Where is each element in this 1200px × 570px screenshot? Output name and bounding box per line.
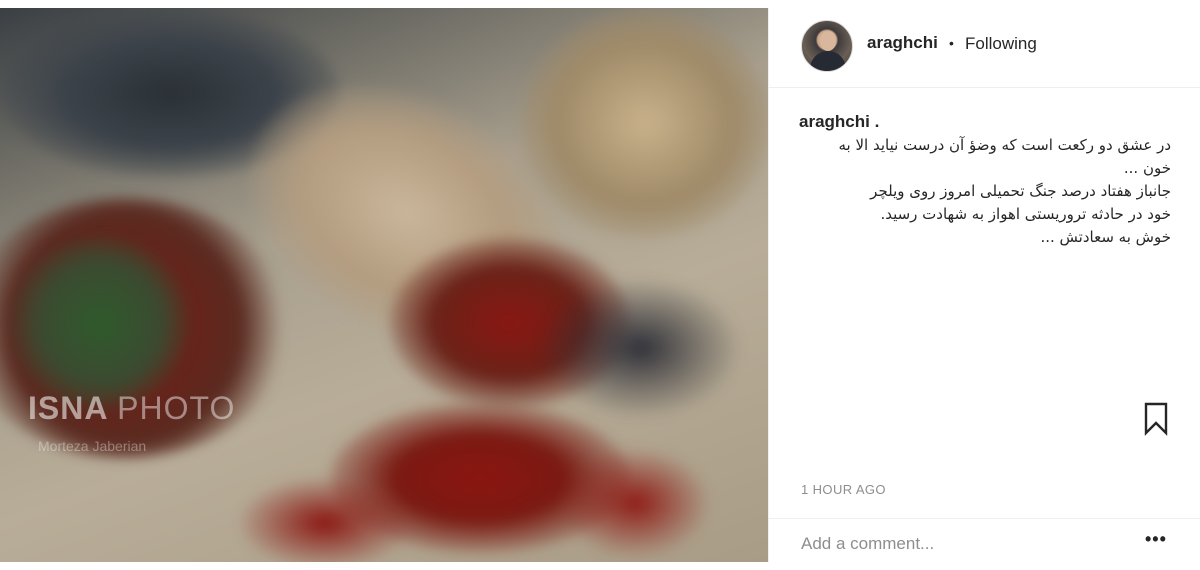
watermark-light: PHOTO <box>117 390 236 426</box>
post-caption: araghchi . در عشق دو رکعت است که وضؤ آن … <box>799 112 1171 249</box>
header-separator: • <box>949 35 954 51</box>
caption-line: خون ... <box>1123 159 1171 177</box>
watermark-credit: Morteza Jaberian <box>38 438 147 454</box>
caption-punctuation: . <box>874 112 880 131</box>
post-side-panel: araghchi • Following araghchi . در عشق د… <box>768 8 1200 562</box>
caption-line: در عشق دو رکعت است که وضؤ آن درست نیاید … <box>838 136 1171 154</box>
comment-bar: ••• <box>769 518 1200 562</box>
more-options-icon[interactable]: ••• <box>1145 529 1167 550</box>
caption-username[interactable]: araghchi <box>799 112 870 131</box>
caption-line: جانباز هفتاد درصد جنگ تحمیلی امروز روی و… <box>870 182 1171 200</box>
instagram-post: ISNA PHOTO Morteza Jaberian araghchi • F… <box>0 0 1200 570</box>
caption-header: araghchi . <box>799 112 1171 132</box>
bookmark-icon[interactable] <box>1143 402 1169 436</box>
following-button[interactable]: Following <box>965 34 1037 54</box>
photo-watermark: ISNA PHOTO <box>28 390 235 427</box>
header-username[interactable]: araghchi <box>867 33 938 53</box>
photo-region <box>540 278 740 418</box>
avatar-suit <box>810 51 846 71</box>
post-header: araghchi • Following <box>769 8 1200 88</box>
caption-text: در عشق دو رکعت است که وضؤ آن درست نیاید … <box>799 134 1171 249</box>
photo-region <box>560 448 710 558</box>
caption-line: خود در حادثه تروریستی اهواز به شهادت رسی… <box>880 205 1171 223</box>
photo-region <box>10 238 190 408</box>
comment-input[interactable] <box>801 531 1121 557</box>
photo-region <box>520 8 768 238</box>
avatar[interactable] <box>801 20 853 72</box>
photo-region <box>240 478 410 562</box>
avatar-face <box>820 31 836 51</box>
caption-line: خوش به سعادتش ... <box>1040 228 1171 246</box>
post-photo[interactable]: ISNA PHOTO Morteza Jaberian <box>0 8 768 562</box>
watermark-bold: ISNA <box>28 390 108 426</box>
post-timestamp[interactable]: 1 HOUR AGO <box>801 482 886 497</box>
